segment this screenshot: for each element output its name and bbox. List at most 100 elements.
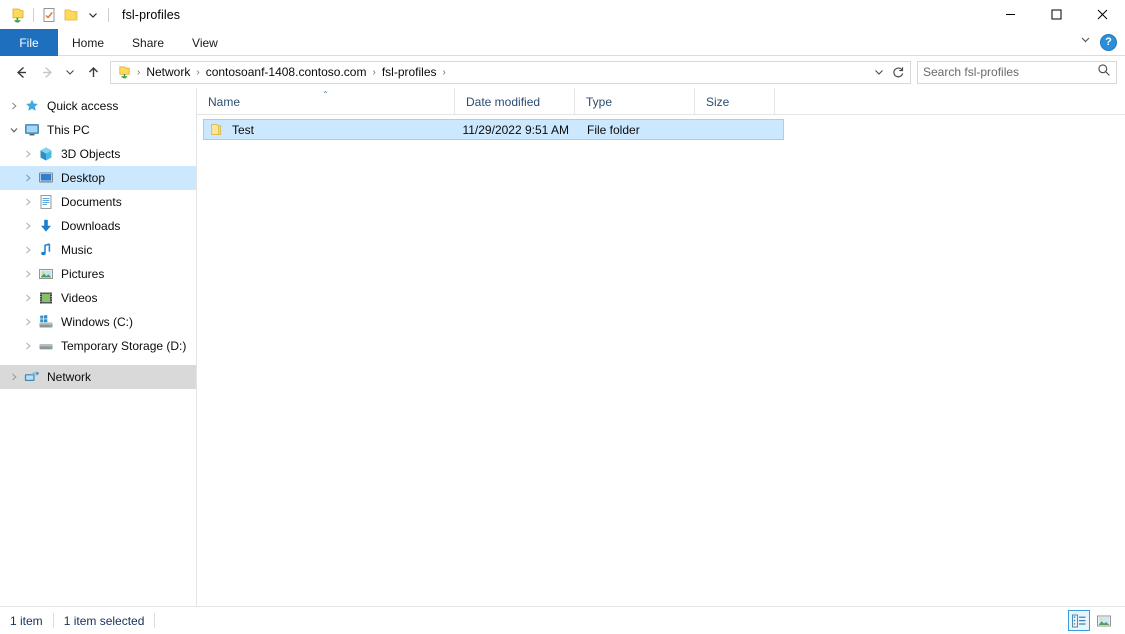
column-header-size[interactable]: Size bbox=[695, 88, 775, 115]
explorer-body: Quick access This PC bbox=[0, 88, 1125, 606]
sidebar-item-label: Temporary Storage (D:) bbox=[61, 339, 186, 353]
status-bar: 1 item 1 item selected bbox=[0, 606, 1125, 634]
file-name-cell: Test bbox=[204, 122, 457, 137]
chevron-right-icon[interactable] bbox=[6, 102, 22, 110]
tab-view[interactable]: View bbox=[178, 29, 232, 56]
file-date-cell: 11/29/2022 9:51 AM bbox=[457, 123, 577, 137]
back-button[interactable] bbox=[8, 59, 34, 85]
column-header-date-modified[interactable]: Date modified bbox=[455, 88, 575, 115]
breadcrumb-separator-3[interactable]: › bbox=[441, 67, 448, 78]
customize-qat-chevron-icon[interactable] bbox=[82, 4, 104, 26]
sidebar-item-downloads[interactable]: Downloads bbox=[0, 214, 196, 238]
help-icon[interactable]: ? bbox=[1100, 34, 1117, 51]
sort-ascending-caret-icon: ⌃ bbox=[322, 90, 329, 99]
column-header-name[interactable]: ⌃ Name bbox=[197, 88, 455, 115]
map-network-drive-icon[interactable] bbox=[7, 4, 29, 26]
chevron-right-icon[interactable] bbox=[20, 246, 36, 254]
qat-separator-1 bbox=[33, 8, 34, 22]
forward-button[interactable] bbox=[34, 59, 60, 85]
chevron-right-icon[interactable] bbox=[20, 150, 36, 158]
close-button[interactable] bbox=[1079, 0, 1125, 29]
new-folder-icon[interactable] bbox=[60, 4, 82, 26]
tab-file[interactable]: File bbox=[0, 29, 58, 56]
star-icon bbox=[22, 98, 42, 114]
ribbon-tab-bar: File Home Share View ? bbox=[0, 29, 1125, 56]
column-header-label: Name bbox=[208, 95, 240, 109]
up-button[interactable] bbox=[80, 59, 106, 85]
large-icons-view-button[interactable] bbox=[1093, 610, 1115, 631]
sidebar-item-videos[interactable]: Videos bbox=[0, 286, 196, 310]
sidebar-item-quick-access[interactable]: Quick access bbox=[0, 94, 196, 118]
breadcrumb-item-network[interactable]: Network bbox=[142, 64, 194, 80]
sidebar-item-label: Music bbox=[61, 243, 92, 257]
maximize-button[interactable] bbox=[1033, 0, 1079, 29]
sidebar-item-music[interactable]: Music bbox=[0, 238, 196, 262]
breadcrumb-item-server[interactable]: contosoanf-1408.contoso.com bbox=[202, 64, 371, 80]
sidebar-item-label: Pictures bbox=[61, 267, 104, 281]
search-box[interactable] bbox=[917, 61, 1117, 84]
sidebar-item-windows-c[interactable]: Windows (C:) bbox=[0, 310, 196, 334]
sidebar-item-desktop[interactable]: Desktop bbox=[0, 166, 196, 190]
minimize-button[interactable] bbox=[987, 0, 1033, 29]
view-mode-buttons bbox=[1068, 610, 1125, 631]
chevron-right-icon[interactable] bbox=[20, 294, 36, 302]
sidebar-item-network[interactable]: Network bbox=[0, 365, 196, 389]
chevron-right-icon[interactable] bbox=[20, 318, 36, 326]
address-bar-actions bbox=[870, 62, 908, 82]
file-list: Test 11/29/2022 9:51 AM File folder bbox=[197, 115, 1125, 140]
chevron-right-icon[interactable] bbox=[20, 174, 36, 182]
file-type-cell: File folder bbox=[577, 123, 697, 137]
tab-home[interactable]: Home bbox=[58, 29, 118, 56]
sidebar-item-pictures[interactable]: Pictures bbox=[0, 262, 196, 286]
search-icon[interactable] bbox=[1097, 63, 1111, 82]
file-explorer-window: fsl-profiles File Home Share View ? bbox=[0, 0, 1125, 634]
sidebar-item-3d-objects[interactable]: 3D Objects bbox=[0, 142, 196, 166]
breadcrumb: › Network › contosoanf-1408.contoso.com … bbox=[115, 64, 870, 80]
sidebar-item-label: Network bbox=[47, 370, 91, 384]
refresh-icon[interactable] bbox=[889, 62, 906, 82]
sidebar-item-this-pc[interactable]: This PC bbox=[0, 118, 196, 142]
3d-objects-icon bbox=[36, 146, 56, 162]
expand-ribbon-chevron-icon[interactable] bbox=[1079, 33, 1092, 51]
sidebar-item-temporary-storage-d[interactable]: Temporary Storage (D:) bbox=[0, 334, 196, 358]
breadcrumb-item-fsl-profiles[interactable]: fsl-profiles bbox=[378, 64, 441, 80]
downloads-icon bbox=[36, 218, 56, 234]
chevron-right-icon[interactable] bbox=[20, 222, 36, 230]
navigation-pane: Quick access This PC bbox=[0, 88, 197, 606]
item-count-label: 1 item bbox=[0, 612, 53, 630]
qat-separator-2 bbox=[108, 8, 109, 22]
monitor-icon bbox=[22, 122, 42, 138]
sidebar-item-documents[interactable]: Documents bbox=[0, 190, 196, 214]
sidebar-item-label: Videos bbox=[61, 291, 97, 305]
status-divider-2 bbox=[154, 613, 155, 628]
pictures-icon bbox=[36, 266, 56, 282]
music-icon bbox=[36, 242, 56, 258]
breadcrumb-separator-2[interactable]: › bbox=[370, 67, 377, 78]
chevron-right-icon[interactable] bbox=[6, 373, 22, 381]
properties-icon[interactable] bbox=[38, 4, 60, 26]
tab-share[interactable]: Share bbox=[118, 29, 178, 56]
chevron-right-icon[interactable] bbox=[20, 342, 36, 350]
desktop-icon bbox=[36, 170, 56, 186]
chevron-down-icon[interactable] bbox=[6, 126, 22, 134]
drive-icon bbox=[36, 338, 56, 354]
recent-locations-chevron-icon[interactable] bbox=[60, 59, 80, 85]
quick-access-toolbar bbox=[0, 4, 113, 26]
search-input[interactable] bbox=[923, 65, 1097, 79]
breadcrumb-separator-0[interactable]: › bbox=[135, 67, 142, 78]
window-title: fsl-profiles bbox=[122, 8, 180, 22]
breadcrumb-separator-1[interactable]: › bbox=[194, 67, 201, 78]
details-view-button[interactable] bbox=[1068, 610, 1090, 631]
selection-count-label: 1 item selected bbox=[54, 612, 155, 630]
chevron-right-icon[interactable] bbox=[20, 270, 36, 278]
sidebar-item-label: This PC bbox=[47, 123, 90, 137]
column-header-type[interactable]: Type bbox=[575, 88, 695, 115]
title-bar: fsl-profiles bbox=[0, 0, 1125, 29]
column-header-label: Date modified bbox=[466, 95, 540, 109]
address-history-chevron-icon[interactable] bbox=[870, 62, 887, 82]
table-row[interactable]: Test 11/29/2022 9:51 AM File folder bbox=[203, 119, 784, 140]
chevron-right-icon[interactable] bbox=[20, 198, 36, 206]
ribbon-right-controls: ? bbox=[1079, 29, 1125, 55]
sidebar-item-label: Downloads bbox=[61, 219, 120, 233]
address-bar[interactable]: › Network › contosoanf-1408.contoso.com … bbox=[110, 61, 911, 84]
